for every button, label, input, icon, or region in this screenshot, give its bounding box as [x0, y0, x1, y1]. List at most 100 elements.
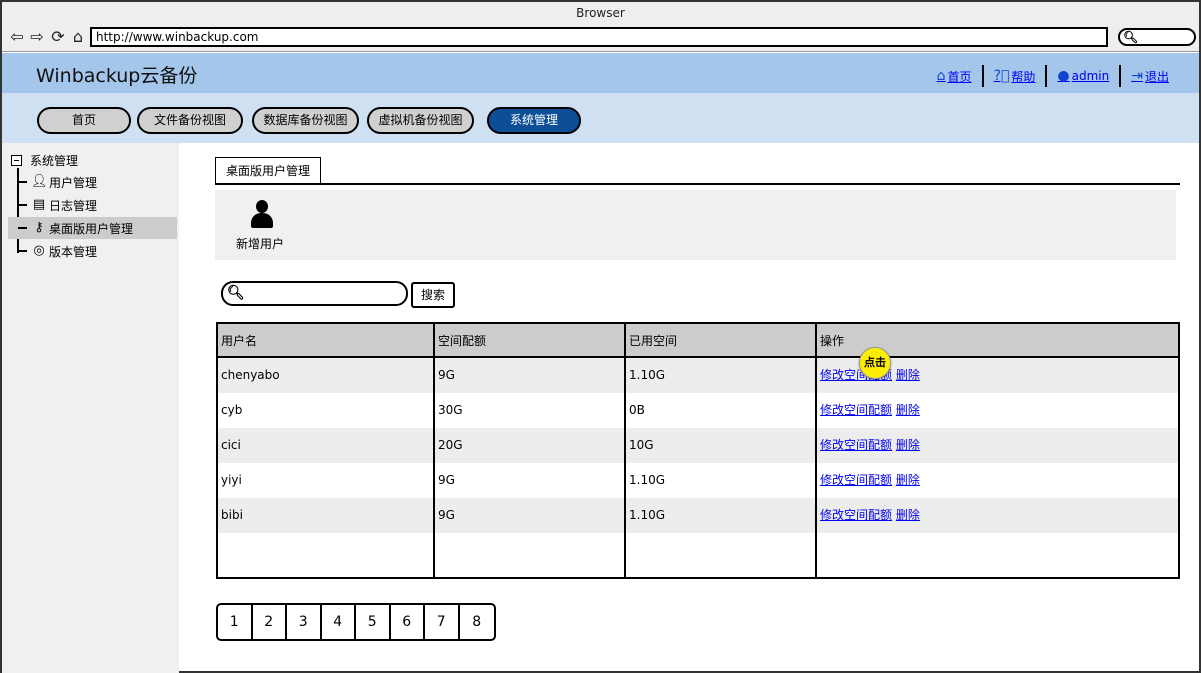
- forward-arrow-icon[interactable]: ⇨: [28, 28, 46, 46]
- click-marker: 点击: [859, 347, 891, 379]
- sidebar-item-desktop-user-management[interactable]: ⚷ 桌面版用户管理: [8, 217, 177, 239]
- column-divider: [815, 324, 817, 577]
- tree-branch: [18, 204, 27, 206]
- menu-file-backup-button[interactable]: 文件备份视图: [137, 107, 243, 134]
- page-button[interactable]: 5: [356, 605, 391, 639]
- pagination: 1 2 3 4 5 6 7 8: [216, 603, 496, 641]
- page-button[interactable]: 6: [391, 605, 425, 639]
- delete-link[interactable]: 删除: [896, 508, 920, 522]
- top-menu: 首页 文件备份视图 数据库备份视图 虚拟机备份视图 系统管理: [2, 93, 1199, 143]
- delete-link[interactable]: 删除: [896, 473, 920, 487]
- search-icon: 🔍︎: [1123, 30, 1139, 44]
- sidebar-item-label: 日志管理: [49, 199, 98, 213]
- table-header: 用户名 空间配额 已用空间 操作: [218, 324, 1178, 358]
- sidebar-root[interactable]: 系统管理: [11, 152, 78, 169]
- table-row: cyb 30G 0B 修改空间配额 删除: [218, 393, 1178, 428]
- column-header-quota: 空间配额: [438, 334, 487, 348]
- table-row: chenyabo 9G 1.10G 修改空间配额 删除: [218, 358, 1178, 393]
- menu-home-button[interactable]: 首页: [37, 107, 131, 134]
- cell-quota: 9G: [438, 473, 455, 487]
- sidebar-item-version-management[interactable]: ◎ 版本管理: [8, 240, 177, 262]
- cell-actions: 修改空间配额 删除: [817, 393, 920, 428]
- search-button[interactable]: 搜索: [411, 282, 455, 308]
- sidebar-item-label: 桌面版用户管理: [49, 222, 134, 236]
- home-link-label: 首页: [947, 69, 972, 84]
- sidebar: 系统管理 👤︎ 用户管理 ▤ 日志管理 ⚷ 桌面版用户管理 ◎ 版本管理: [2, 143, 179, 673]
- column-header-actions: 操作: [820, 334, 845, 348]
- column-header-used: 已用空间: [629, 334, 678, 348]
- sidebar-item-user-management[interactable]: 👤︎ 用户管理: [8, 171, 177, 193]
- disc-icon: ◎: [33, 243, 45, 258]
- cell-username: yiyi: [221, 473, 242, 487]
- page-button[interactable]: 2: [253, 605, 287, 639]
- delete-link[interactable]: 删除: [896, 368, 920, 382]
- edit-quota-link[interactable]: 修改空间配额: [820, 403, 892, 417]
- url-input[interactable]: http://www.winbackup.com: [90, 27, 1108, 47]
- cell-quota: 9G: [438, 508, 455, 522]
- logout-link[interactable]: ⇥ 退出: [1121, 68, 1179, 85]
- home-icon[interactable]: ⌂: [69, 28, 87, 46]
- key-icon: ⚷: [34, 220, 44, 235]
- edit-quota-link[interactable]: 修改空间配额: [820, 473, 892, 487]
- tab-underline: [215, 183, 1180, 185]
- sidebar-item-label: 版本管理: [49, 245, 98, 259]
- reload-icon[interactable]: ⟳: [49, 28, 67, 46]
- delete-link[interactable]: 删除: [896, 438, 920, 452]
- column-header-username: 用户名: [221, 334, 258, 348]
- sidebar-item-label: 用户管理: [49, 176, 98, 190]
- collapse-icon[interactable]: [11, 155, 22, 166]
- cell-actions: 修改空间配额 删除: [817, 498, 920, 533]
- table-row: cici 20G 10G 修改空间配额 删除: [218, 428, 1178, 463]
- sidebar-root-label: 系统管理: [30, 154, 79, 168]
- home-icon: ⌂: [936, 68, 946, 84]
- header-links: ⌂ 首页 ?⃝ 帮助 ● admin ⇥ 退出: [927, 65, 1179, 87]
- browser-window: Browser ⇦ ⇨ ⟳ ⌂ http://www.winbackup.com…: [0, 0, 1201, 673]
- home-link[interactable]: ⌂ 首页: [927, 68, 982, 85]
- search-icon: 🔍︎: [227, 285, 245, 301]
- avatar-head: [256, 200, 268, 213]
- user-icon: ●: [1057, 68, 1070, 84]
- browser-search-input[interactable]: 🔍︎: [1118, 28, 1196, 46]
- tab-desktop-user-management[interactable]: 桌面版用户管理: [215, 157, 321, 185]
- browser-nav-bar: ⇦ ⇨ ⟳ ⌂ http://www.winbackup.com 🔍︎: [2, 24, 1199, 52]
- cell-username: cyb: [221, 403, 243, 417]
- menu-system-management-button[interactable]: 系统管理: [487, 107, 581, 134]
- search-input[interactable]: 🔍︎: [221, 281, 408, 306]
- page-button[interactable]: 8: [460, 605, 494, 639]
- column-divider: [624, 324, 626, 577]
- column-divider: [433, 324, 435, 577]
- cell-used: 1.10G: [629, 473, 666, 487]
- delete-link[interactable]: 删除: [896, 403, 920, 417]
- menu-vm-backup-button[interactable]: 虚拟机备份视图: [367, 107, 474, 134]
- cell-username: chenyabo: [221, 368, 280, 382]
- cell-quota: 20G: [438, 438, 463, 452]
- cell-actions: 修改空间配额 删除: [817, 463, 920, 498]
- app-header: Winbackup云备份 ⌂ 首页 ?⃝ 帮助 ● admin ⇥ 退出: [2, 53, 1199, 93]
- help-link-label: 帮助: [1011, 69, 1036, 84]
- edit-quota-link[interactable]: 修改空间配额: [820, 508, 892, 522]
- menu-database-backup-button[interactable]: 数据库备份视图: [252, 107, 359, 134]
- page-button[interactable]: 3: [287, 605, 322, 639]
- page-button[interactable]: 7: [425, 605, 460, 639]
- edit-quota-link[interactable]: 修改空间配额: [820, 438, 892, 452]
- add-user-label: 新增用户: [235, 237, 284, 251]
- user-icon: [249, 200, 275, 228]
- avatar-body: [251, 213, 273, 228]
- table-row: yiyi 9G 1.10G 修改空间配额 删除: [218, 463, 1178, 498]
- page-button[interactable]: 4: [322, 605, 356, 639]
- back-arrow-icon[interactable]: ⇦: [8, 28, 26, 46]
- help-link[interactable]: ?⃝ 帮助: [984, 68, 1046, 85]
- user-icon: 👤︎: [31, 174, 48, 189]
- add-user-button[interactable]: 新增用户: [235, 200, 289, 252]
- user-link[interactable]: ● admin: [1047, 68, 1119, 84]
- help-icon: ?⃝: [993, 68, 1010, 84]
- cell-used: 1.10G: [629, 508, 666, 522]
- cell-username: bibi: [221, 508, 243, 522]
- tree-branch: [18, 250, 27, 252]
- cell-used: 10G: [629, 438, 654, 452]
- page-button[interactable]: 1: [218, 605, 253, 639]
- clipboard-icon: ▤: [32, 197, 46, 212]
- tree-branch: [18, 227, 27, 229]
- logout-link-label: 退出: [1144, 69, 1169, 84]
- sidebar-item-log-management[interactable]: ▤ 日志管理: [8, 194, 177, 216]
